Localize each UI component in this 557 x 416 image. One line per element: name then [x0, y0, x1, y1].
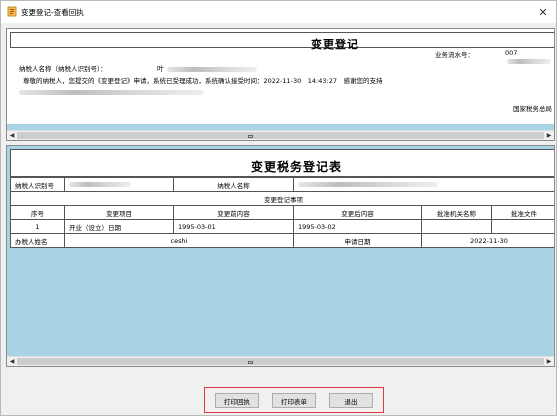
taxpayer-label: 纳税人名称（纳税人识别号）： [19, 65, 107, 73]
scroll-thumb[interactable] [17, 358, 544, 365]
redacted-taxpayer-name [298, 182, 438, 187]
print-form-button[interactable]: 打印表单 [272, 393, 316, 408]
handler-value: ceshi [64, 233, 294, 248]
grip-icon [248, 361, 253, 364]
row-seq: 1 [10, 219, 65, 234]
column-header: 批准机关名称 [421, 205, 492, 220]
row-document [490, 219, 554, 234]
scroll-left-icon[interactable]: ◀ [8, 132, 16, 140]
scroll-left-icon[interactable]: ◀ [8, 358, 16, 366]
receipt-horizontal-scrollbar[interactable]: ◀ ▶ [7, 130, 554, 140]
receipt-title-box: 变更登记 [10, 32, 554, 51]
redacted-serial [507, 58, 551, 64]
grip-icon [248, 135, 253, 138]
section-row: 变更登记事项 [9, 191, 554, 206]
taxpayer-row: 纳税人识别号 纳税人名称 [10, 177, 554, 192]
handler-label: 办税人姓名 [10, 233, 65, 248]
table-header-row: 序号 变更项目 变更前内容 变更后内容 批准机关名称 批准文件 [10, 205, 554, 220]
receipt-title: 变更登记 [311, 38, 359, 51]
row-after: 1995-03-02 [293, 219, 422, 234]
title-bar: 变更登记-查看回执 ✕ [1, 1, 556, 23]
redacted-taxpayer [167, 66, 257, 72]
taxpayer-name-value [292, 177, 554, 192]
close-button[interactable]: ✕ [530, 1, 556, 23]
row-authority [421, 219, 492, 234]
print-receipt-button[interactable]: 打印回执 [215, 393, 259, 408]
dialog-window: 变更登记-查看回执 ✕ 变更登记 业务流水号： 007 纳税人名称（纳税人识别号… [0, 0, 557, 416]
serial-number-label: 业务流水号： [435, 51, 474, 59]
form-title-box: 变更税务登记表 [10, 149, 554, 177]
column-header: 批准文件 [490, 205, 554, 220]
button-bar-highlight: 打印回执 打印表单 退出 [204, 387, 384, 413]
table-row: 1 开业（设立）日期 1995-03-01 1995-03-02 [10, 219, 554, 234]
close-icon: ✕ [538, 5, 548, 19]
receipt-panel: 变更登记 业务流水号： 007 纳税人名称（纳税人识别号）： 叶 尊敬的纳税人，… [6, 28, 555, 141]
row-item: 开业（设立）日期 [64, 219, 174, 234]
section-label: 变更登记事项 [9, 191, 554, 206]
app-icon [7, 6, 17, 17]
scroll-right-icon[interactable]: ▶ [545, 132, 553, 140]
form-horizontal-scrollbar[interactable]: ◀ ▶ [7, 356, 554, 366]
column-header: 变更前内容 [173, 205, 294, 220]
redacted-line [19, 90, 204, 95]
scroll-thumb[interactable] [17, 132, 544, 139]
form-table: 纳税人识别号 纳税人名称 变更登记事项 序号 变更项目 变更前内容 变更后内容 … [9, 177, 554, 248]
scroll-right-icon[interactable]: ▶ [545, 358, 553, 366]
handler-row: 办税人姓名 ceshi 申请日期 2022-11-30 [10, 233, 554, 248]
redacted-taxpayer-id [69, 182, 131, 187]
tax-bureau-name: 国家税务总局 [513, 105, 552, 113]
form-title: 变更税务登记表 [251, 160, 343, 174]
column-header: 序号 [10, 205, 65, 220]
apply-date-label: 申请日期 [293, 233, 422, 248]
taxpayer-id-value [64, 177, 174, 192]
apply-date-value: 2022-11-30 [420, 233, 554, 248]
taxpayer-value: 叶 [157, 64, 257, 74]
row-before: 1995-03-01 [173, 219, 294, 234]
column-header: 变更项目 [64, 205, 174, 220]
acceptance-notice: 尊敬的纳税人，您提交的《变更登记》申请，系统已受理成功，系统确认接受时间：202… [23, 77, 383, 85]
column-header: 变更后内容 [293, 205, 422, 220]
serial-number-value: 007 [505, 49, 554, 65]
taxpayer-id-label: 纳税人识别号 [10, 177, 65, 192]
taxpayer-name-label: 纳税人名称 [173, 177, 294, 192]
exit-button[interactable]: 退出 [329, 393, 373, 408]
change-registration-form: 变更税务登记表 纳税人识别号 纳税人名称 变更登记事项 序号 变更项目 变更前内… [6, 145, 555, 367]
window-title: 变更登记-查看回执 [21, 8, 84, 17]
